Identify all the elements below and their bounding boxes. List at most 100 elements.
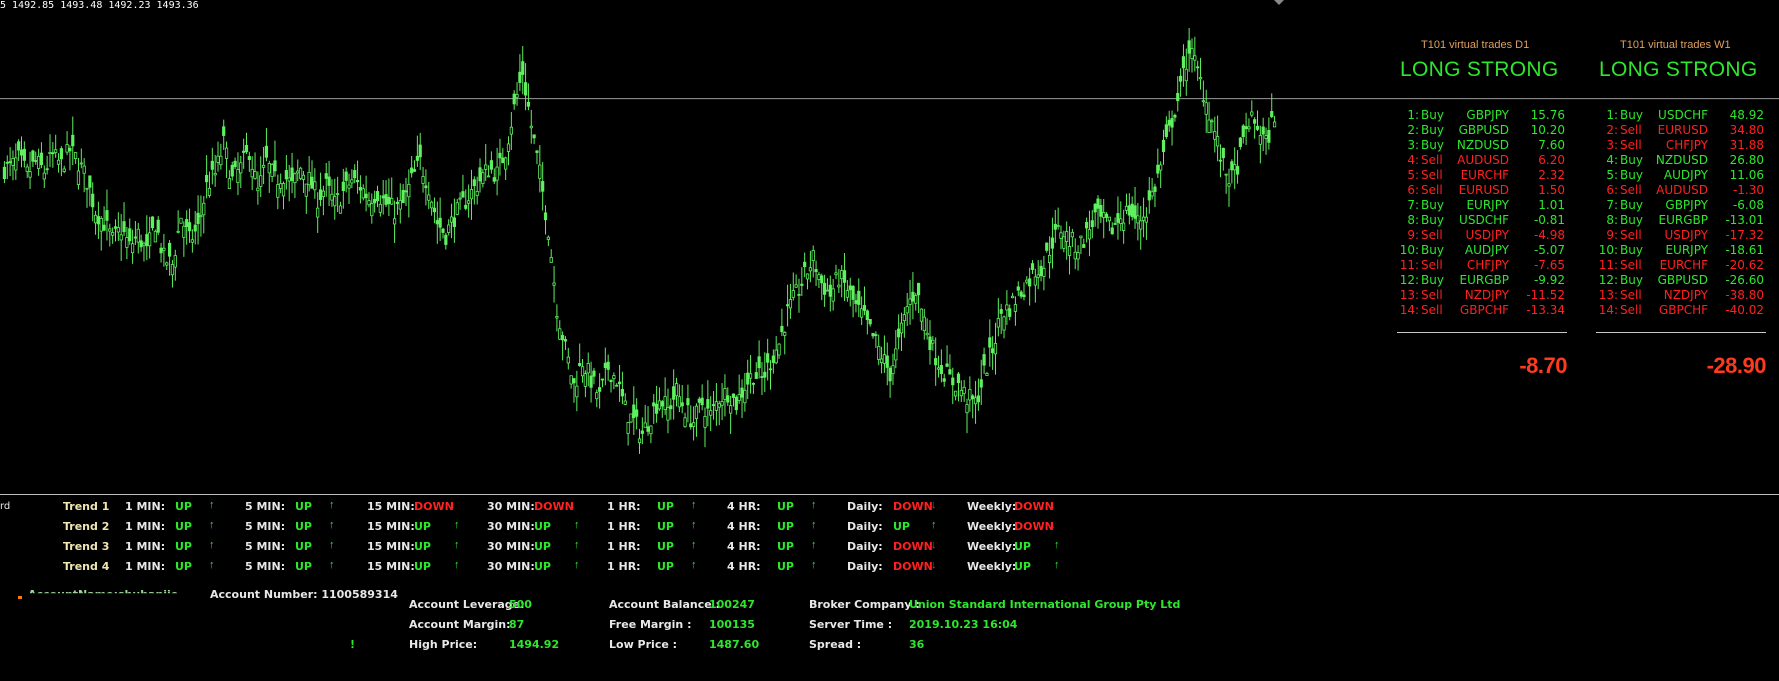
timeframe-label: Daily:	[847, 520, 883, 533]
candle-body	[1030, 263, 1035, 270]
candle-body	[341, 181, 345, 192]
trade-pair: GBPCHF	[1658, 303, 1708, 317]
candle-body	[284, 170, 288, 180]
candle-body	[1119, 218, 1123, 224]
trade-number: 14:	[1399, 303, 1419, 317]
candle-body	[857, 290, 861, 305]
candle-body	[82, 165, 86, 174]
candle-body	[190, 239, 194, 243]
candle-body	[1002, 316, 1006, 331]
candle-body	[854, 300, 858, 304]
candle-body	[538, 164, 542, 179]
candle-body	[196, 212, 200, 225]
trade-row: 7: Buy EURJPY 1.01	[1397, 198, 1582, 213]
candle-body	[1065, 231, 1069, 242]
candle-body	[583, 373, 587, 387]
trend-direction: DOWN	[893, 560, 933, 573]
candle-body	[820, 275, 824, 284]
candle-body	[145, 234, 149, 247]
trade-value: -38.80	[1725, 288, 1764, 302]
candle-body	[626, 422, 630, 434]
candle-body	[116, 227, 120, 233]
candle-body	[207, 187, 212, 196]
candle-body	[239, 162, 243, 174]
candle-body	[840, 270, 844, 280]
trend-direction: UP	[414, 520, 431, 533]
trade-side: Sell	[1620, 258, 1642, 272]
panel-title: T101 virtual trades W1	[1620, 39, 1731, 51]
trade-pair: AUDUSD	[1656, 183, 1708, 197]
trade-row: 3: Buy NZDUSD 7.60	[1397, 138, 1582, 153]
candle-body	[760, 376, 764, 378]
candle-body	[558, 328, 562, 340]
candle-body	[600, 378, 605, 381]
trend-direction: UP	[893, 520, 910, 533]
candle-body	[1008, 308, 1012, 317]
candle-body	[68, 147, 72, 152]
candle-body	[1272, 121, 1277, 128]
candle-body	[683, 417, 687, 428]
candle-body	[879, 358, 884, 364]
candle-body	[54, 149, 58, 153]
candle-body	[168, 242, 172, 257]
candle-body	[153, 230, 157, 243]
trade-number: 4:	[1606, 153, 1618, 167]
timeframe-label: 5 MIN:	[245, 520, 286, 533]
candle-body	[36, 156, 41, 169]
candle-body	[378, 203, 382, 213]
candle-body	[945, 363, 949, 367]
candle-body	[150, 216, 155, 229]
candle-body	[193, 224, 197, 232]
candle-body	[498, 152, 502, 159]
candle-body	[746, 372, 750, 385]
candle-body	[674, 383, 679, 397]
trend-direction: UP	[534, 560, 551, 573]
candle-body	[717, 403, 721, 408]
candle-body	[620, 389, 625, 397]
candle-body	[5, 161, 9, 164]
candle-body	[780, 325, 784, 333]
candle-body	[1062, 236, 1066, 249]
trade-pair: GBPUSD	[1458, 123, 1509, 137]
arrow-up-icon: ↑	[209, 539, 215, 551]
candle-body	[213, 172, 217, 176]
candle-body	[976, 395, 980, 403]
candle-body	[364, 193, 368, 199]
candle-body	[176, 230, 180, 233]
arrow-up-icon: ↑	[811, 539, 817, 551]
candle-body	[313, 181, 317, 191]
candle-body	[572, 378, 576, 384]
candle-body	[988, 337, 992, 348]
trade-side: Buy	[1620, 153, 1643, 167]
timeframe-label: 1 MIN:	[125, 560, 166, 573]
arrow-up-icon: ↑	[209, 559, 215, 571]
candle-body	[979, 379, 983, 388]
candle-body	[387, 196, 391, 205]
candle-body	[623, 400, 627, 405]
candle-body	[936, 367, 941, 370]
candle-body	[905, 306, 909, 314]
candle-body	[871, 332, 875, 337]
trade-row: 13: Sell NZDJPY -11.52	[1397, 288, 1582, 303]
candle-body	[686, 398, 690, 406]
panel-divider	[1397, 332, 1567, 333]
candle-body	[1221, 147, 1225, 159]
timeframe-label: 1 HR:	[607, 520, 641, 533]
timeframe-label: 1 HR:	[607, 560, 641, 573]
candle-body	[227, 178, 232, 190]
trade-value: -4.98	[1533, 228, 1565, 242]
candle-body	[253, 171, 257, 180]
candle-body	[1164, 124, 1168, 137]
candle-body	[518, 71, 522, 83]
candle-body	[156, 219, 160, 233]
candle-body	[91, 193, 95, 208]
candle-body	[222, 126, 226, 136]
candle-body	[261, 164, 266, 168]
candle-body	[333, 196, 337, 207]
chart-shift-marker-icon[interactable]	[1274, 0, 1284, 6]
trade-side: Buy	[1421, 213, 1444, 227]
candle-body	[825, 289, 830, 292]
candle-body	[122, 221, 126, 233]
trade-number: 12:	[1399, 273, 1419, 287]
candle-body	[182, 225, 186, 238]
